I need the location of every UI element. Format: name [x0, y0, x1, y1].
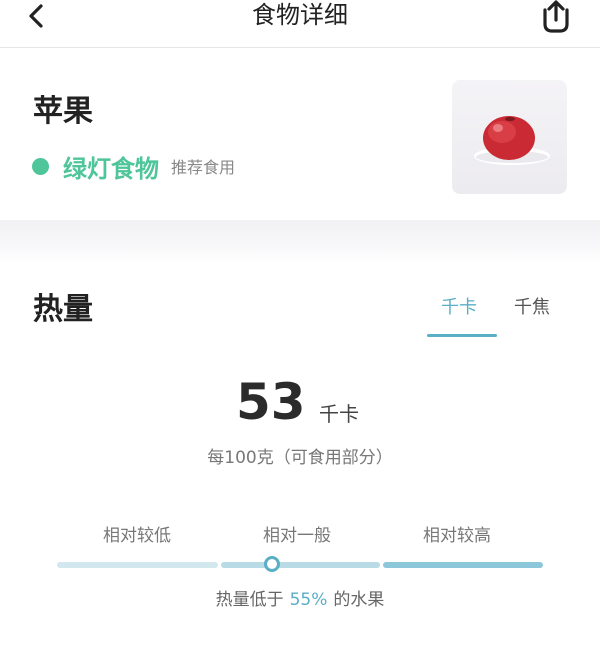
food-light-status: 绿灯食物 推荐食用	[32, 150, 236, 183]
apple-photo	[474, 116, 550, 165]
level-bar-medium	[221, 562, 380, 568]
calorie-unit: 千卡	[319, 402, 359, 426]
tab-kcal[interactable]: 千卡	[441, 296, 477, 320]
green-dot-icon	[32, 157, 49, 175]
comparison-text: 热量低于 55% 的水果	[0, 588, 600, 612]
level-label-high: 相对较高	[423, 526, 491, 546]
level-bar-low	[57, 562, 218, 568]
page-title: 食物详细	[252, 1, 348, 29]
food-image[interactable]	[452, 80, 567, 194]
light-label: 绿灯食物	[63, 154, 159, 183]
section-divider	[0, 220, 600, 264]
energy-title: 热量	[33, 292, 93, 327]
active-tab-indicator	[427, 334, 497, 337]
level-marker	[264, 556, 280, 572]
food-name: 苹果	[33, 94, 93, 129]
serving-note: 每100克（可食用部分）	[207, 448, 393, 468]
light-description: 推荐食用	[171, 158, 236, 177]
level-label-medium: 相对一般	[263, 526, 331, 546]
level-bar-high	[383, 562, 543, 568]
top-nav-bar: 食物详细	[0, 0, 600, 48]
calorie-value: 53	[236, 373, 306, 431]
comparison-prefix: 热量低于	[215, 590, 284, 610]
comparison-percent: 55%	[289, 590, 328, 610]
tab-kj[interactable]: 千焦	[514, 296, 550, 320]
comparison-suffix: 的水果	[333, 590, 385, 610]
share-upload-icon	[543, 0, 569, 33]
share-button[interactable]	[538, 0, 574, 34]
level-label-low: 相对较低	[103, 526, 171, 546]
